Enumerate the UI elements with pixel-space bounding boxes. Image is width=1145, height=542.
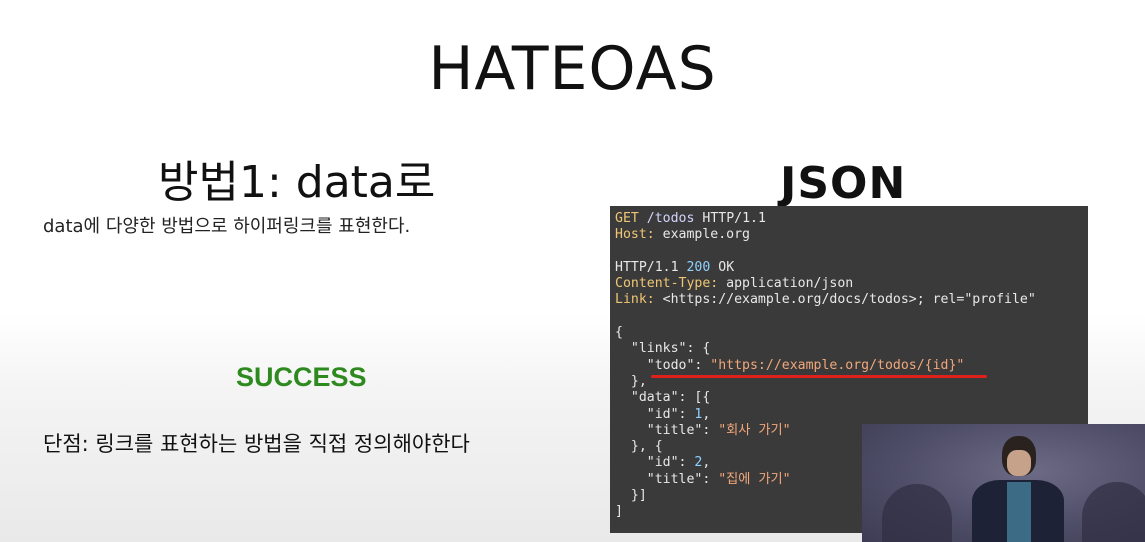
request-path: /todos [646, 211, 695, 226]
content-type-value: application/json [726, 276, 854, 292]
todo-key: "todo" [646, 357, 695, 373]
title-value-2: "집에 가기" [718, 471, 791, 487]
title-key-2: "title" [646, 471, 703, 487]
slide-title: HATEOAS [428, 34, 717, 104]
status-code: 200 [686, 259, 711, 275]
request-protocol: HTTP/1.1 [702, 211, 766, 226]
speaker-shadow-left [882, 484, 952, 542]
title-value-1: "회사 가기" [718, 422, 791, 438]
json-close-brace: ] [615, 504, 623, 520]
host-key: Host: [615, 227, 655, 243]
mid-close: }, { [615, 439, 663, 455]
id-value-2: 2 [694, 455, 703, 471]
id-key-1: "id" [646, 406, 679, 422]
speaker-shirt [1007, 482, 1031, 542]
data-line: "data": [{ [615, 390, 711, 406]
request-method: GET [615, 211, 639, 226]
link-value: <https://example.org/docs/todos>; rel="p… [662, 292, 1036, 308]
todo-value: "https://example.org/todos/{id}" [710, 357, 965, 373]
json-open-brace: { [615, 325, 623, 341]
status-text: OK [718, 259, 735, 275]
speaker-video [862, 424, 1145, 542]
link-key: Link: [615, 292, 655, 308]
speaker-shadow-right [1082, 482, 1145, 542]
method-description: data에 다양한 방법으로 하이퍼링크를 표현한다. [43, 216, 411, 237]
speaker-face [1007, 450, 1031, 476]
success-label: SUCCESS [236, 362, 367, 392]
title-key-1: "title" [646, 422, 703, 438]
drawback-text: 단점: 링크를 표현하는 방법을 직접 정의해야한다 [43, 432, 470, 456]
links-line: "links": { [615, 341, 711, 357]
links-close: }, [615, 373, 647, 389]
id-key-2: "id" [646, 455, 679, 471]
todo-underline [651, 375, 987, 378]
host-value: example.org [662, 227, 750, 243]
status-protocol: HTTP/1.1 [615, 259, 679, 275]
json-heading: JSON [780, 158, 907, 209]
id-value-1: 1 [694, 406, 703, 422]
content-type-key: Content-Type: [615, 276, 719, 292]
method-heading: 방법1: data로 [158, 157, 436, 208]
data-close: }] [615, 488, 647, 504]
